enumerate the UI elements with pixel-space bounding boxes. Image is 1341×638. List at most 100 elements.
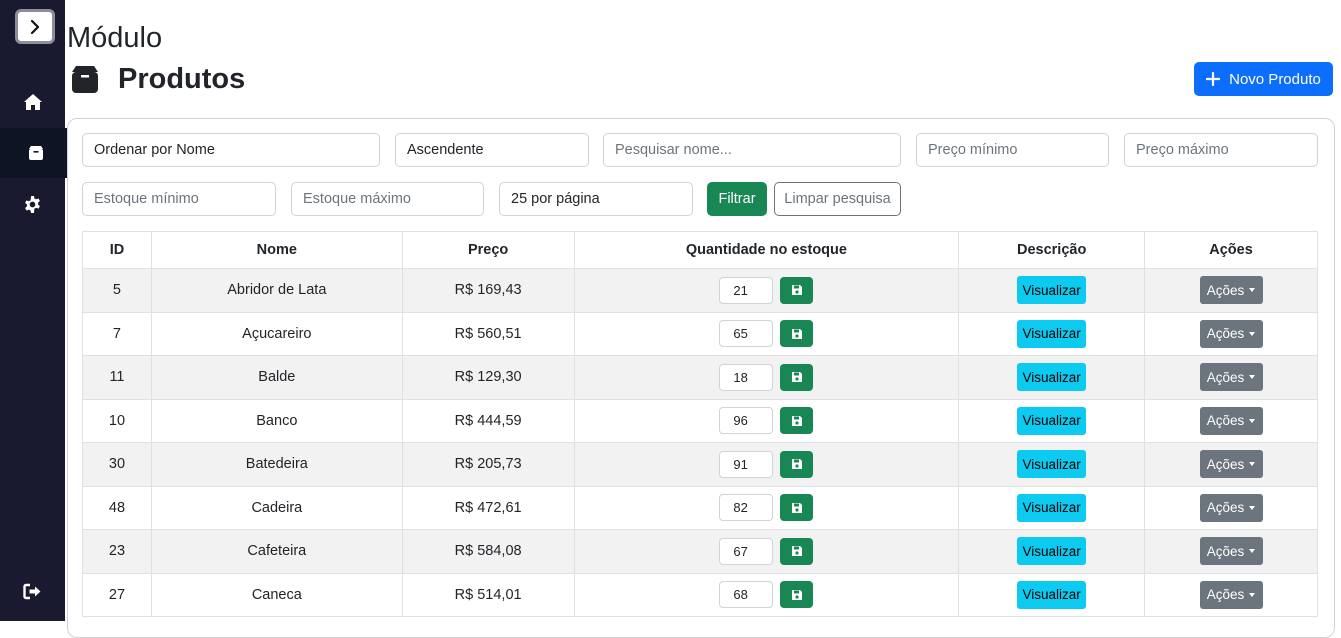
- clear-search-button[interactable]: Limpar pesquisa: [774, 182, 901, 216]
- cell-id: 23: [82, 529, 152, 574]
- cell-nome: Abridor de Lata: [150, 268, 403, 313]
- cell-quantidade: 96: [573, 398, 960, 443]
- actions-dropdown-button[interactable]: Ações: [1199, 493, 1263, 522]
- actions-dropdown-button[interactable]: Ações: [1199, 276, 1263, 305]
- cell-preco: R$ 560,51: [401, 311, 575, 356]
- save-icon: [791, 546, 802, 557]
- plus-icon: [1206, 72, 1221, 86]
- quantity-input[interactable]: 68: [719, 581, 774, 609]
- cell-quantidade: 65: [573, 311, 960, 356]
- per-page-select[interactable]: 25 por página: [499, 182, 693, 216]
- save-quantity-button[interactable]: [780, 494, 814, 522]
- stock-min-input[interactable]: Estoque mínimo: [82, 182, 276, 216]
- save-icon: [791, 459, 802, 470]
- quantity-input[interactable]: 67: [719, 537, 774, 565]
- cell-id: 48: [82, 485, 152, 530]
- cell-preco: R$ 472,61: [401, 485, 575, 530]
- gear-icon: [25, 195, 40, 213]
- save-quantity-button[interactable]: [780, 407, 814, 435]
- module-label: Módulo: [67, 22, 163, 54]
- quantity-input[interactable]: 65: [719, 320, 774, 348]
- actions-label: Ações: [1206, 282, 1245, 298]
- stock-max-input[interactable]: Estoque máximo: [291, 182, 484, 216]
- actions-dropdown-button[interactable]: Ações: [1199, 450, 1263, 479]
- sign-out-icon: [23, 583, 41, 599]
- save-quantity-button[interactable]: [780, 276, 814, 304]
- sidebar-item-settings[interactable]: [0, 179, 65, 229]
- cell-id: 5: [82, 268, 152, 313]
- view-description-button[interactable]: Visualizar: [1017, 580, 1087, 609]
- table-body: 5 Abridor de Lata R$ 169,43 21 Visualizar Açõ…: [82, 268, 1318, 617]
- quantity-input[interactable]: 18: [719, 363, 774, 391]
- cell-nome: Cafeteira: [150, 529, 403, 574]
- main-content: Módulo Produtos Novo Produto Ordenar por…: [65, 0, 1341, 638]
- cell-descricao: Visualizar: [958, 268, 1146, 313]
- table-row: 5 Abridor de Lata R$ 169,43 21 Visualizar Açõ…: [82, 268, 1318, 313]
- cell-acoes: Ações: [1144, 442, 1318, 487]
- order-direction-select[interactable]: Ascendente: [395, 133, 589, 167]
- quantity-input[interactable]: 91: [719, 450, 774, 478]
- new-product-button[interactable]: Novo Produto: [1194, 62, 1333, 96]
- chevron-right-icon: [30, 19, 40, 34]
- sidebar-toggle-button[interactable]: [15, 9, 55, 44]
- box-icon: [29, 146, 43, 160]
- caret-down-icon: [1249, 288, 1256, 293]
- actions-label: Ações: [1206, 587, 1245, 603]
- cell-nome: Banco: [150, 398, 403, 443]
- cell-id: 10: [82, 398, 152, 443]
- actions-dropdown-button[interactable]: Ações: [1199, 363, 1263, 392]
- save-quantity-button[interactable]: [780, 537, 814, 565]
- view-description-button[interactable]: Visualizar: [1017, 493, 1087, 522]
- cell-descricao: Visualizar: [958, 355, 1146, 400]
- sidebar-item-home[interactable]: [0, 77, 65, 127]
- cell-preco: R$ 129,30: [401, 355, 575, 400]
- actions-dropdown-button[interactable]: Ações: [1199, 319, 1263, 348]
- table-header-row: ID Nome Preço Quantidade no estoque Desc…: [82, 231, 1318, 269]
- view-description-button[interactable]: Visualizar: [1017, 450, 1087, 479]
- save-icon: [791, 285, 802, 296]
- quantity-input[interactable]: 96: [719, 407, 774, 435]
- cell-acoes: Ações: [1144, 572, 1318, 617]
- header-quantidade[interactable]: Quantidade no estoque: [573, 231, 960, 269]
- order-by-select[interactable]: Ordenar por Nome: [82, 133, 380, 167]
- search-input[interactable]: Pesquisar nome...: [603, 133, 901, 167]
- sidebar-item-produtos[interactable]: [0, 128, 72, 178]
- cell-quantidade: 18: [573, 355, 960, 400]
- save-quantity-button[interactable]: [780, 581, 814, 609]
- actions-dropdown-button[interactable]: Ações: [1199, 406, 1263, 435]
- cell-quantidade: 67: [573, 529, 960, 574]
- caret-down-icon: [1249, 462, 1256, 467]
- cell-descricao: Visualizar: [958, 529, 1146, 574]
- save-quantity-button[interactable]: [780, 320, 814, 348]
- actions-label: Ações: [1206, 369, 1245, 385]
- save-quantity-button[interactable]: [780, 450, 814, 478]
- view-description-button[interactable]: Visualizar: [1017, 319, 1087, 348]
- caret-down-icon: [1249, 375, 1256, 380]
- actions-dropdown-button[interactable]: Ações: [1199, 580, 1263, 609]
- view-description-button[interactable]: Visualizar: [1017, 537, 1087, 566]
- sidebar-item-logout[interactable]: [0, 566, 65, 616]
- cell-acoes: Ações: [1144, 398, 1318, 443]
- cell-acoes: Ações: [1144, 268, 1318, 313]
- filter-button[interactable]: Filtrar: [707, 182, 767, 216]
- price-min-input[interactable]: Preço mínimo: [916, 133, 1109, 167]
- save-quantity-button[interactable]: [780, 363, 814, 391]
- header-id[interactable]: ID: [82, 231, 152, 269]
- actions-label: Ações: [1206, 413, 1245, 429]
- cell-id: 30: [82, 442, 152, 487]
- actions-dropdown-button[interactable]: Ações: [1199, 537, 1263, 566]
- header-nome[interactable]: Nome: [150, 231, 403, 269]
- header-preco[interactable]: Preço: [401, 231, 575, 269]
- quantity-input[interactable]: 82: [719, 494, 774, 522]
- cell-quantidade: 82: [573, 485, 960, 530]
- view-description-button[interactable]: Visualizar: [1017, 276, 1087, 305]
- cell-preco: R$ 169,43: [401, 268, 575, 313]
- price-max-input[interactable]: Preço máximo: [1124, 133, 1318, 167]
- table-row: 27 Caneca R$ 514,01 68 Visualizar Ações: [82, 572, 1318, 617]
- view-description-button[interactable]: Visualizar: [1017, 406, 1087, 435]
- quantity-input[interactable]: 21: [719, 276, 774, 304]
- cell-descricao: Visualizar: [958, 572, 1146, 617]
- view-description-button[interactable]: Visualizar: [1017, 363, 1087, 392]
- cell-acoes: Ações: [1144, 485, 1318, 530]
- cell-quantidade: 68: [573, 572, 960, 617]
